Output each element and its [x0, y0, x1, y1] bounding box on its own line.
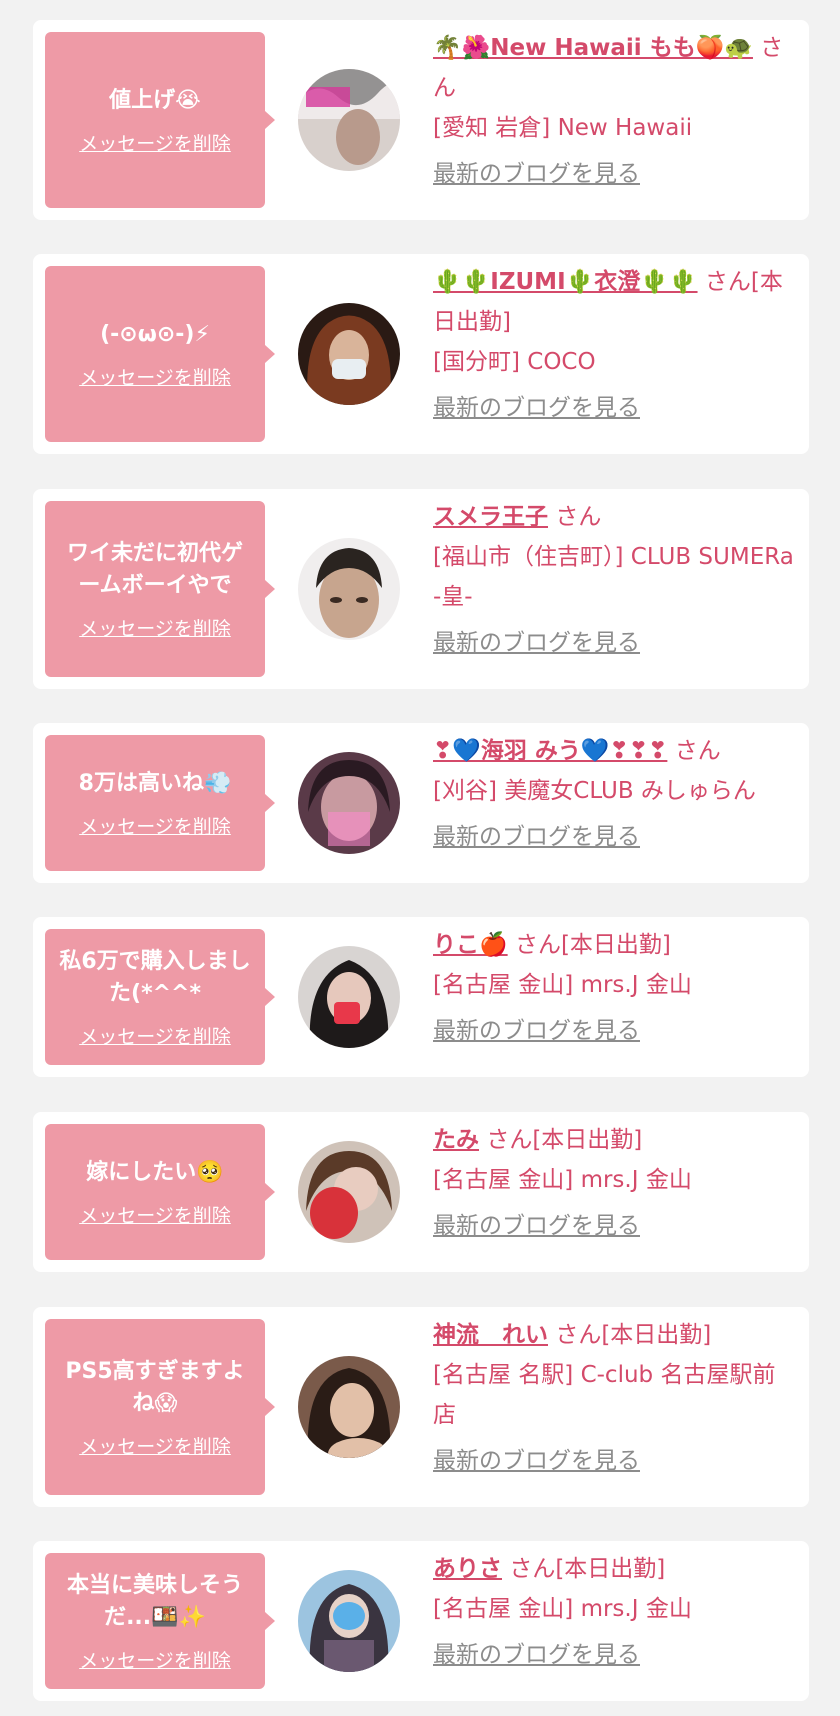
latest-blog-link[interactable]: 最新のブログを見る — [433, 1011, 795, 1051]
cast-name-link[interactable]: ありさ — [433, 1556, 502, 1582]
avatar-image — [298, 1570, 400, 1672]
shop-info: [愛知 岩倉] New Hawaii — [433, 115, 693, 141]
honorific: さん — [555, 504, 602, 530]
avatar[interactable] — [298, 1141, 400, 1243]
delete-message-link[interactable]: メッセージを削除 — [79, 614, 231, 641]
honorific: さん — [486, 1127, 533, 1153]
avatar-image — [298, 538, 400, 640]
message-bubble: 本当に美味しそうだ...🍱✨ メッセージを削除 — [45, 1553, 275, 1689]
latest-blog-link[interactable]: 最新のブログを見る — [433, 817, 795, 857]
cast-info: りこ🍎 さん[本日出勤] [名古屋 金山] mrs.J 金山 最新のブログを見る — [433, 925, 795, 1051]
shop-info: [名古屋 金山] mrs.J 金山 — [433, 1596, 692, 1622]
shop-info: [刈谷] 美魔女CLUB みしゅらん — [433, 778, 756, 804]
message-card: ワイ未だに初代ゲームボーイやで メッセージを削除 スメラ王子 さん [福山市（住… — [33, 489, 809, 689]
message-text: 私6万で購入しました(*^^* — [59, 948, 251, 1006]
message-card: 値上げ😭 メッセージを削除 🌴🌺New Hawaii もも🍑🐢 さん [愛知 岩… — [33, 20, 809, 220]
honorific: さん — [555, 1322, 602, 1348]
message-card: 嫁にしたい🥺 メッセージを削除 たみ さん[本日出勤] [名古屋 金山] mrs… — [33, 1112, 809, 1272]
cast-info: 神流 れい さん[本日出勤] [名古屋 名駅] C-club 名古屋駅前店 最新… — [433, 1315, 795, 1481]
message-card: (-⊙ω⊙-)⚡ メッセージを削除 🌵🌵IZUMI🌵衣澄🌵🌵 さん[本日出勤] … — [33, 254, 809, 454]
status-text: [本日出勤] — [560, 932, 671, 958]
avatar[interactable] — [298, 752, 400, 854]
avatar-image — [298, 69, 400, 171]
message-bubble: 8万は高いね💨 メッセージを削除 — [45, 735, 275, 871]
message-text: 8万は高いね💨 — [78, 770, 232, 796]
message-bubble: 私6万で購入しました(*^^* メッセージを削除 — [45, 929, 275, 1065]
status-text: [本日出勤] — [532, 1127, 643, 1153]
avatar[interactable] — [298, 946, 400, 1048]
message-bubble: PS5高すぎますよね😱 メッセージを削除 — [45, 1319, 275, 1495]
message-card: PS5高すぎますよね😱 メッセージを削除 神流 れい さん[本日出勤] [名古屋… — [33, 1307, 809, 1507]
message-text: PS5高すぎますよね😱 — [65, 1358, 245, 1416]
delete-message-link[interactable]: メッセージを削除 — [79, 363, 231, 390]
latest-blog-link[interactable]: 最新のブログを見る — [433, 388, 795, 428]
cast-name-link[interactable]: りこ🍎 — [433, 932, 508, 958]
cast-info: 🌴🌺New Hawaii もも🍑🐢 さん [愛知 岩倉] New Hawaii … — [433, 28, 795, 194]
status-text: [本日出勤] — [601, 1322, 712, 1348]
latest-blog-link[interactable]: 最新のブログを見る — [433, 1441, 795, 1481]
cast-name-link[interactable]: スメラ王子 — [433, 504, 548, 530]
shop-info: [福山市（住吉町）] CLUB SUMERa -皇- — [433, 544, 794, 610]
cast-info: ありさ さん[本日出勤] [名古屋 金山] mrs.J 金山 最新のブログを見る — [433, 1549, 795, 1675]
shop-info: [名古屋 金山] mrs.J 金山 — [433, 972, 692, 998]
avatar[interactable] — [298, 538, 400, 640]
message-list: 値上げ😭 メッセージを削除 🌴🌺New Hawaii もも🍑🐢 さん [愛知 岩… — [0, 0, 840, 1716]
honorific: さん — [509, 1556, 556, 1582]
avatar-image — [298, 1141, 400, 1243]
delete-message-link[interactable]: メッセージを削除 — [79, 1022, 231, 1049]
shop-info: [名古屋 名駅] C-club 名古屋駅前店 — [433, 1362, 776, 1428]
message-text: 値上げ😭 — [109, 87, 201, 113]
latest-blog-link[interactable]: 最新のブログを見る — [433, 1206, 795, 1246]
honorific: さん — [674, 738, 721, 764]
avatar-image — [298, 303, 400, 405]
delete-message-link[interactable]: メッセージを削除 — [79, 1646, 231, 1673]
message-card: 私6万で購入しました(*^^* メッセージを削除 りこ🍎 さん[本日出勤] [名… — [33, 917, 809, 1077]
avatar-image — [298, 752, 400, 854]
cast-info: 🌵🌵IZUMI🌵衣澄🌵🌵 さん[本日出勤] [国分町] COCO 最新のブログを… — [433, 262, 795, 428]
message-bubble: (-⊙ω⊙-)⚡ メッセージを削除 — [45, 266, 275, 442]
delete-message-link[interactable]: メッセージを削除 — [79, 812, 231, 839]
avatar[interactable] — [298, 1356, 400, 1458]
avatar[interactable] — [298, 69, 400, 171]
cast-name-link[interactable]: 神流 れい — [433, 1322, 548, 1348]
message-text: 嫁にしたい🥺 — [86, 1159, 224, 1185]
honorific: さん — [514, 932, 561, 958]
status-text: [本日出勤] — [555, 1556, 666, 1582]
cast-info: たみ さん[本日出勤] [名古屋 金山] mrs.J 金山 最新のブログを見る — [433, 1120, 795, 1246]
cast-name-link[interactable]: ❣💙海羽 みう💙❣❣❣ — [433, 738, 667, 764]
message-bubble: 嫁にしたい🥺 メッセージを削除 — [45, 1124, 275, 1260]
shop-info: [名古屋 金山] mrs.J 金山 — [433, 1167, 692, 1193]
cast-info: ❣💙海羽 みう💙❣❣❣ さん [刈谷] 美魔女CLUB みしゅらん 最新のブログ… — [433, 731, 795, 857]
message-bubble: ワイ未だに初代ゲームボーイやで メッセージを削除 — [45, 501, 275, 677]
avatar-image — [298, 946, 400, 1048]
avatar[interactable] — [298, 303, 400, 405]
delete-message-link[interactable]: メッセージを削除 — [79, 129, 231, 156]
delete-message-link[interactable]: メッセージを削除 — [79, 1201, 231, 1228]
message-card: 8万は高いね💨 メッセージを削除 ❣💙海羽 みう💙❣❣❣ さん [刈谷] 美魔女… — [33, 723, 809, 883]
avatar[interactable] — [298, 1570, 400, 1672]
message-text: ワイ未だに初代ゲームボーイやで — [66, 540, 243, 598]
latest-blog-link[interactable]: 最新のブログを見る — [433, 1635, 795, 1675]
honorific: さん — [704, 269, 751, 295]
shop-info: [国分町] COCO — [433, 349, 596, 375]
message-bubble: 値上げ😭 メッセージを削除 — [45, 32, 275, 208]
cast-info: スメラ王子 さん [福山市（住吉町）] CLUB SUMERa -皇- 最新のブ… — [433, 497, 795, 663]
latest-blog-link[interactable]: 最新のブログを見る — [433, 154, 795, 194]
message-text: (-⊙ω⊙-)⚡ — [100, 321, 210, 347]
message-card: 本当に美味しそうだ...🍱✨ メッセージを削除 ありさ さん[本日出勤] [名古… — [33, 1541, 809, 1701]
avatar-image — [298, 1356, 400, 1458]
latest-blog-link[interactable]: 最新のブログを見る — [433, 623, 795, 663]
delete-message-link[interactable]: メッセージを削除 — [79, 1432, 231, 1459]
cast-name-link[interactable]: 🌵🌵IZUMI🌵衣澄🌵🌵 — [433, 269, 698, 295]
cast-name-link[interactable]: 🌴🌺New Hawaii もも🍑🐢 — [433, 35, 753, 61]
message-text: 本当に美味しそうだ...🍱✨ — [66, 1572, 243, 1630]
cast-name-link[interactable]: たみ — [433, 1127, 479, 1153]
